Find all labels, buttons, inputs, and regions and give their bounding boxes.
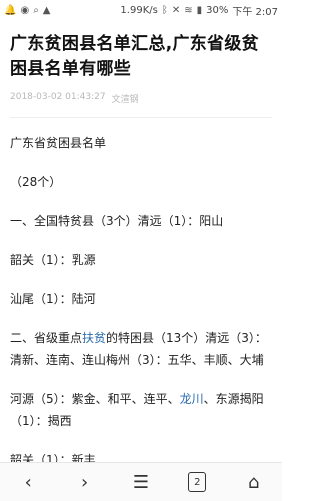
triangle-icon: ▲: [42, 4, 51, 16]
text-span: 河源（5）：紫金、和平、连平、: [10, 392, 180, 406]
home-button[interactable]: ⌂: [234, 463, 274, 501]
paragraph: 汕尾（1）：陆河: [10, 292, 96, 306]
battery-percent: 30%: [206, 4, 229, 16]
bluetooth-icon: ᛒ: [161, 4, 168, 16]
qq-icon: ◉: [20, 4, 30, 16]
tabs-button[interactable]: 2: [177, 463, 217, 501]
article-body: 广东省贫困县名单 （28个） 一、全国特贫县（3个）清远（1）：阳山 韶关（1）…: [10, 132, 272, 471]
forward-button[interactable]: ›: [65, 463, 105, 501]
clock: 下午 2:07: [232, 6, 278, 18]
keyword-link[interactable]: 龙川: [180, 392, 204, 406]
divider: [10, 117, 272, 118]
text-span: 二、省级重点: [10, 331, 83, 345]
chevron-left-icon: ‹: [24, 471, 32, 493]
keyword-link[interactable]: 扶贫: [82, 331, 106, 345]
paragraph: 二、省级重点扶贫的特困县（13个）清远（3）：清新、连南、连山梅州（3）：五华、…: [10, 327, 272, 371]
bell-icon: 🔔: [4, 4, 17, 16]
article-meta: 2018-03-02 01:43:27 文渲钢: [10, 92, 272, 105]
status-right: 1.99K/s ᛒ ✕ ≋ ▮ 30% 下午 2:07: [120, 3, 278, 18]
article: 广东贫困县名单汇总,广东省级贫困县名单有哪些 2018-03-02 01:43:…: [10, 32, 272, 471]
paragraph: （28个）: [10, 175, 62, 189]
tab-count: 2: [188, 472, 207, 492]
article-title: 广东贫困县名单汇总,广东省级贫困县名单有哪些: [10, 34, 259, 79]
article-source[interactable]: 文渲钢: [112, 92, 139, 105]
article-date: 2018-03-02 01:43:27: [10, 92, 106, 102]
status-left: 🔔 ◉ ⌕ ▲: [4, 5, 51, 16]
chevron-right-icon: ›: [80, 471, 89, 493]
mute-icon: ✕: [171, 4, 181, 16]
network-speed: 1.99K/s: [120, 4, 158, 16]
paragraph: 广东省贫困县名单: [10, 136, 107, 150]
wifi-icon: ≋: [184, 4, 193, 16]
paragraph: 韶关（1）：乳源: [10, 253, 96, 267]
paragraph: 一、全国特贫县（3个）清远（1）：阳山: [10, 214, 224, 228]
menu-button[interactable]: ☰: [121, 463, 161, 501]
paragraph: 河源（5）：紫金、和平、连平、龙川、东源揭阳（1）：揭西: [10, 388, 272, 432]
menu-icon: ☰: [132, 471, 150, 493]
search-icon: ⌕: [33, 4, 39, 16]
back-button[interactable]: ‹: [8, 463, 48, 501]
home-icon: ⌂: [248, 471, 260, 493]
browser-toolbar: ‹ › ☰ 2 ⌂: [0, 462, 282, 501]
status-bar: 🔔 ◉ ⌕ ▲ 1.99K/s ᛒ ✕ ≋ ▮ 30% 下午 2:07: [0, 0, 282, 20]
signal-icon: ▮: [196, 4, 203, 16]
